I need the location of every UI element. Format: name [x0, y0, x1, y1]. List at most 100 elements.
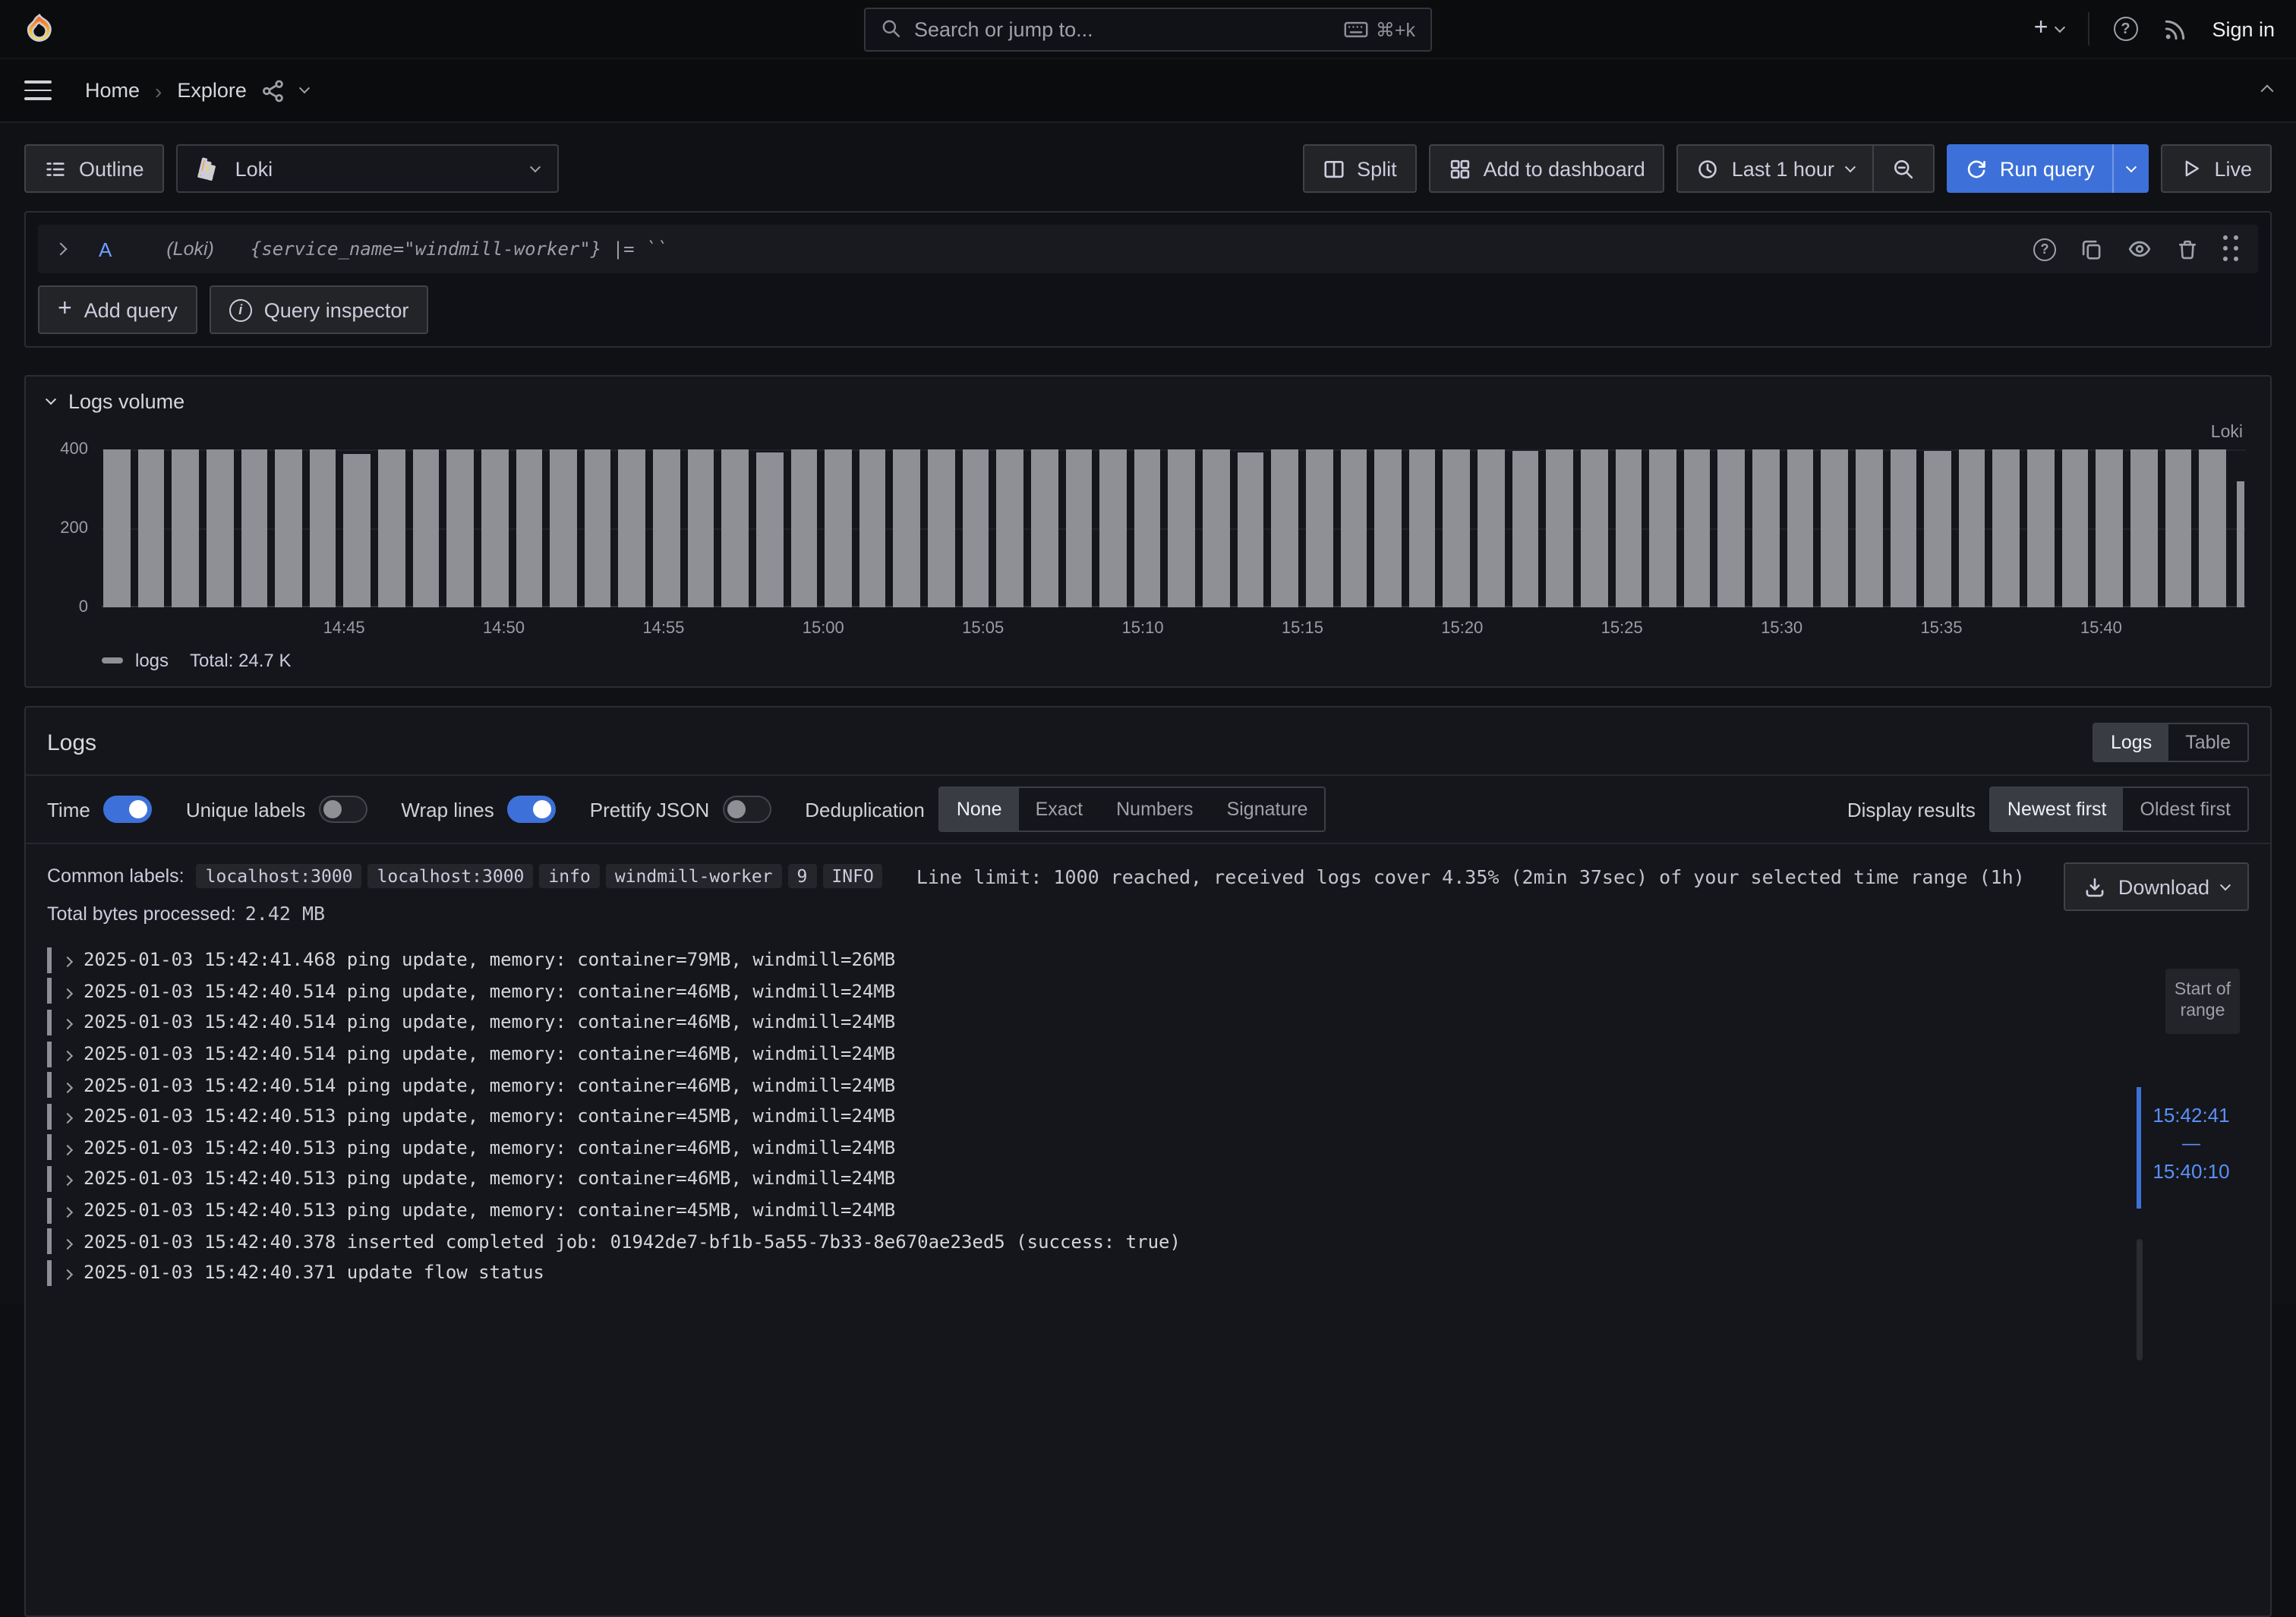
dedup-option-none[interactable]: None [940, 788, 1019, 831]
breadcrumb-home[interactable]: Home [85, 79, 140, 102]
new-menu-button[interactable]: + [2034, 17, 2064, 41]
volume-bar[interactable] [1478, 449, 1504, 607]
download-button[interactable]: Download [2064, 862, 2249, 911]
datasource-picker[interactable]: Loki [176, 144, 559, 193]
expand-log-chevron[interactable] [64, 1071, 71, 1098]
legend-series-name[interactable]: logs [135, 650, 169, 671]
volume-bar[interactable] [962, 449, 989, 607]
order-option-oldest-first[interactable]: Oldest first [2124, 788, 2248, 831]
volume-bar[interactable] [481, 449, 508, 607]
volume-bar[interactable] [412, 449, 439, 607]
volume-bar[interactable] [1547, 449, 1573, 607]
volume-bar[interactable] [1031, 449, 1058, 607]
log-row[interactable]: 2025-01-03 15:42:40.514 ping update, mem… [47, 1039, 2270, 1070]
volume-bar[interactable] [550, 449, 576, 607]
volume-bar[interactable] [344, 453, 371, 607]
log-row[interactable]: 2025-01-03 15:42:40.513 ping update, mem… [47, 1132, 2270, 1163]
volume-bar[interactable] [2027, 449, 2054, 607]
expand-log-chevron[interactable] [64, 1165, 71, 1193]
expand-log-chevron[interactable] [64, 978, 71, 1005]
volume-bar[interactable] [1203, 449, 1229, 607]
search-input[interactable]: Search or jump to... ⌘+k [864, 7, 1432, 51]
log-row[interactable]: 2025-01-03 15:42:40.371 update flow stat… [47, 1257, 2270, 1288]
scrollbar-thumb[interactable] [2137, 1239, 2143, 1360]
volume-bar[interactable] [2061, 449, 2088, 607]
menu-toggle-button[interactable] [24, 81, 52, 100]
volume-bar[interactable] [310, 449, 336, 607]
query-help-button[interactable]: ? [2033, 238, 2056, 260]
volume-bar[interactable] [1821, 449, 1848, 607]
volume-bar[interactable] [2130, 449, 2157, 607]
expand-log-chevron[interactable] [64, 1228, 71, 1255]
volume-bar[interactable] [687, 449, 714, 607]
plot-area[interactable]: Loki [102, 449, 2246, 607]
split-button[interactable]: Split [1302, 144, 1417, 193]
volume-bar[interactable] [447, 449, 474, 607]
volume-bar[interactable] [653, 449, 680, 607]
volume-bar[interactable] [1443, 449, 1470, 607]
volume-bar[interactable] [1615, 449, 1642, 607]
volume-bar[interactable] [1787, 449, 1813, 607]
expand-log-chevron[interactable] [64, 1134, 71, 1162]
expand-log-chevron[interactable] [64, 1259, 71, 1286]
expand-log-chevron[interactable] [64, 947, 71, 974]
time-toggle[interactable] [104, 796, 153, 823]
volume-bar[interactable] [378, 449, 405, 607]
log-row[interactable]: 2025-01-03 15:42:40.514 ping update, mem… [47, 976, 2270, 1007]
log-row[interactable]: 2025-01-03 15:42:40.514 ping update, mem… [47, 1007, 2270, 1038]
dedup-option-numbers[interactable]: Numbers [1099, 788, 1210, 831]
volume-bar[interactable] [1374, 449, 1401, 607]
volume-bar[interactable] [756, 452, 783, 607]
volume-bar[interactable] [585, 449, 611, 607]
log-row[interactable]: 2025-01-03 15:42:40.513 ping update, mem… [47, 1195, 2270, 1226]
volume-bar[interactable] [1099, 449, 1126, 607]
volume-bar[interactable] [1340, 449, 1367, 607]
query-inspector-button[interactable]: i Query inspector [210, 285, 429, 334]
volume-bar[interactable] [1684, 449, 1711, 607]
dedup-option-signature[interactable]: Signature [1210, 788, 1325, 831]
volume-bar[interactable] [275, 449, 301, 607]
breadcrumb-actions-chevron[interactable] [301, 87, 309, 94]
prettify-json-toggle[interactable] [723, 796, 771, 823]
delete-query-button[interactable] [2176, 238, 2199, 260]
add-to-dashboard-button[interactable]: Add to dashboard [1429, 144, 1665, 193]
wrap-lines-toggle[interactable] [508, 796, 557, 823]
unique-labels-toggle[interactable] [319, 796, 367, 823]
news-rss-button[interactable] [2162, 16, 2187, 42]
volume-bar[interactable] [1581, 449, 1607, 607]
volume-bar[interactable] [2096, 449, 2123, 607]
volume-bar[interactable] [103, 449, 130, 607]
drag-handle[interactable] [2223, 235, 2240, 263]
toggle-query-visibility-button[interactable] [2127, 237, 2152, 261]
volume-bar[interactable] [1134, 449, 1161, 607]
zoom-out-time-button[interactable] [1874, 146, 1933, 191]
volume-bar[interactable] [1959, 449, 1985, 607]
sign-in-button[interactable]: Sign in [2212, 17, 2275, 40]
view-option-table[interactable]: Table [2168, 724, 2247, 761]
expand-query-chevron[interactable] [55, 243, 68, 256]
order-option-newest-first[interactable]: Newest first [1991, 788, 2124, 831]
volume-bar[interactable] [1924, 450, 1951, 607]
volume-bar[interactable] [1168, 449, 1195, 607]
volume-bar[interactable] [825, 449, 851, 607]
live-button[interactable]: Live [2161, 144, 2272, 193]
volume-bar[interactable] [1409, 449, 1436, 607]
volume-bar[interactable] [1237, 452, 1263, 607]
add-query-button[interactable]: + Add query [38, 285, 197, 334]
outline-button[interactable]: Outline [24, 144, 164, 193]
collapse-top-icon[interactable] [2263, 86, 2272, 95]
dedup-option-exact[interactable]: Exact [1019, 788, 1100, 831]
volume-bar[interactable] [207, 449, 233, 607]
help-button[interactable]: ? [2113, 17, 2137, 41]
volume-bar[interactable] [722, 449, 749, 607]
volume-bar[interactable] [997, 449, 1023, 607]
view-option-logs[interactable]: Logs [2094, 724, 2168, 761]
volume-bar[interactable] [137, 449, 164, 607]
volume-bar[interactable] [1512, 451, 1538, 607]
volume-bar-partial[interactable] [2237, 481, 2244, 607]
volume-bar[interactable] [1856, 449, 1882, 607]
volume-bar[interactable] [241, 449, 267, 607]
query-row[interactable]: A (Loki) {service_name="windmill-worker"… [38, 225, 2258, 273]
volume-bar[interactable] [1306, 449, 1332, 607]
logs-volume-header[interactable]: Logs volume [26, 377, 2270, 413]
